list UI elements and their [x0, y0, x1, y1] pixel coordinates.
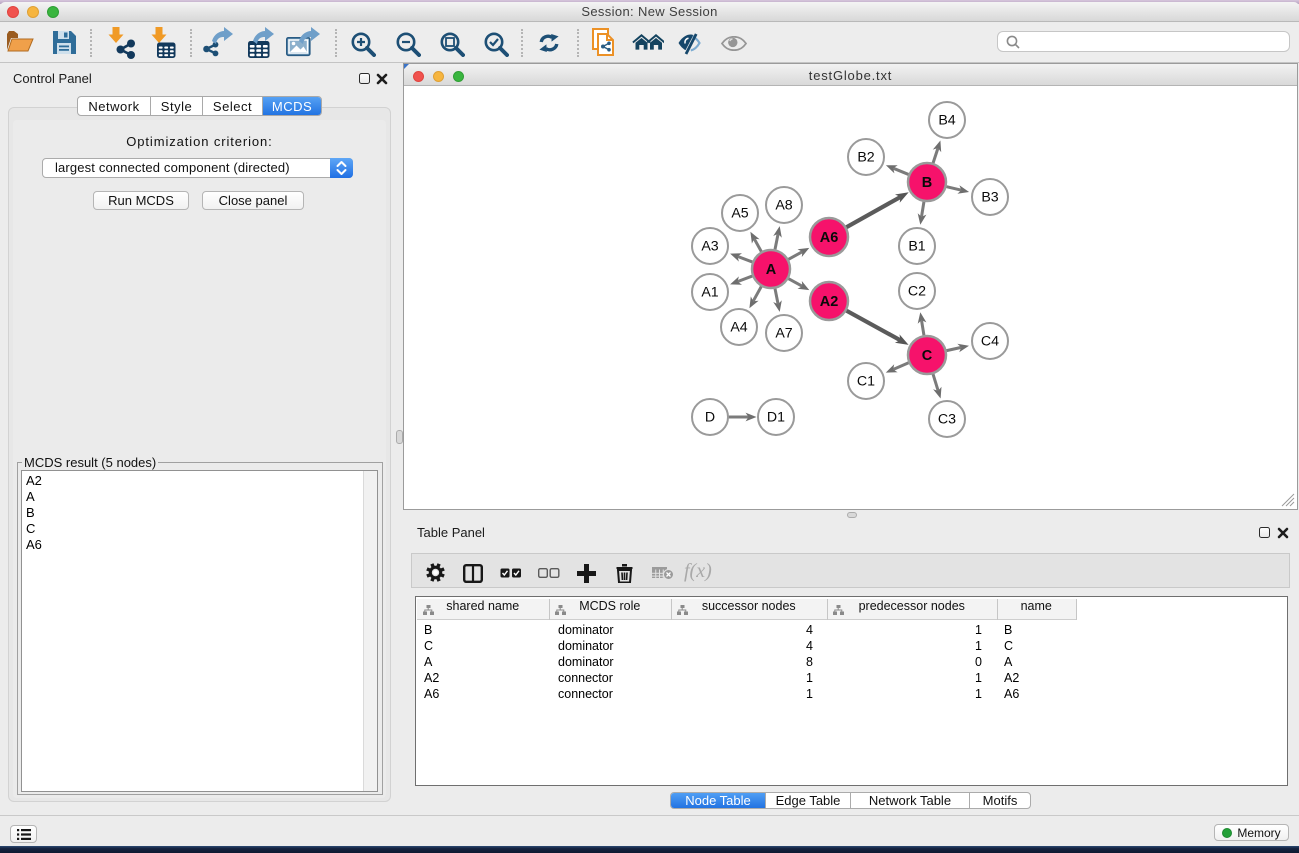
svg-text:A2: A2 [820, 294, 839, 310]
svg-text:B4: B4 [938, 113, 955, 129]
svg-text:C1: C1 [857, 374, 875, 390]
svg-text:C3: C3 [938, 412, 956, 428]
svg-text:A: A [766, 262, 777, 278]
svg-text:A5: A5 [731, 206, 748, 222]
svg-text:A3: A3 [701, 239, 718, 255]
svg-text:A8: A8 [775, 198, 792, 214]
svg-text:A7: A7 [775, 326, 792, 342]
svg-text:C4: C4 [981, 334, 999, 350]
svg-text:C2: C2 [908, 284, 926, 300]
svg-text:C: C [922, 348, 933, 364]
svg-text:A1: A1 [701, 285, 718, 301]
svg-text:B3: B3 [981, 190, 998, 206]
svg-text:B1: B1 [908, 239, 925, 255]
svg-text:D1: D1 [767, 410, 785, 426]
svg-text:D: D [705, 410, 715, 426]
svg-text:A6: A6 [820, 230, 839, 246]
svg-text:B2: B2 [857, 150, 874, 166]
svg-text:B: B [922, 175, 932, 191]
svg-text:A4: A4 [730, 320, 747, 336]
